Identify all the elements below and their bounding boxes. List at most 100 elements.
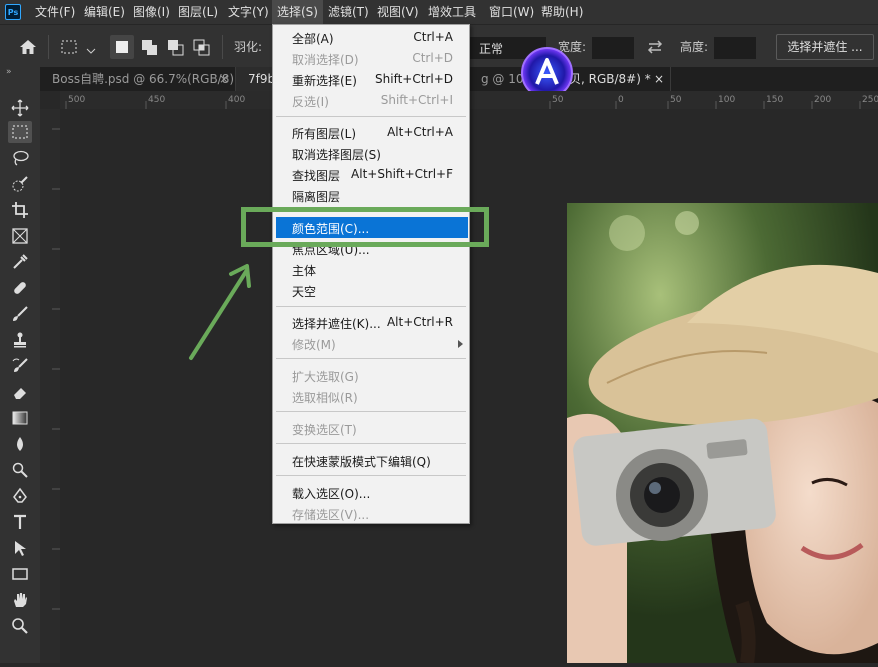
height-input[interactable] [714, 37, 756, 59]
menu-separator [276, 358, 466, 359]
healing-brush-tool-icon[interactable] [8, 277, 32, 299]
menu-type[interactable]: 文字(Y) [223, 0, 274, 24]
intersect-selection-button[interactable] [190, 35, 214, 59]
menu-item-isolate-layers[interactable]: 隔离图层 [273, 185, 469, 206]
menu-item-label: 扩大选取(G) [292, 370, 359, 384]
gradient-tool-icon[interactable] [8, 407, 32, 429]
history-brush-tool-icon[interactable] [8, 355, 32, 377]
select-menu-dropdown: 全部(A) Ctrl+A 取消选择(D) Ctrl+D 重新选择(E) Shif… [272, 24, 470, 524]
menu-item-save-selection[interactable]: 存储选区(V)... [273, 503, 469, 524]
new-selection-button[interactable] [110, 35, 134, 59]
menu-item-label: 选择并遮住(K)... [292, 317, 381, 331]
menu-item-label: 在快速蒙版模式下编辑(Q) [292, 455, 431, 469]
menu-item-all-layers[interactable]: 所有图层(L) Alt+Ctrl+A [273, 122, 469, 143]
menu-item-quick-mask[interactable]: 在快速蒙版模式下编辑(Q) [273, 450, 469, 471]
menu-item-load-selection[interactable]: 载入选区(O)... [273, 482, 469, 503]
eyedropper-tool-icon[interactable] [8, 251, 32, 273]
path-selection-tool-icon[interactable] [8, 537, 32, 559]
ruler-tick: 50 [552, 95, 564, 105]
menu-item-reselect[interactable]: 重新选择(E) Shift+Ctrl+D [273, 69, 469, 90]
close-icon[interactable]: × [654, 67, 664, 91]
menu-item-label: 载入选区(O)... [292, 487, 371, 501]
menu-edit[interactable]: 编辑(E) [79, 0, 130, 24]
menu-item-label: 修改(M) [292, 338, 336, 352]
menu-item-modify[interactable]: 修改(M) [273, 333, 469, 354]
swap-icon[interactable] [646, 39, 664, 55]
menu-item-deselect[interactable]: 取消选择(D) Ctrl+D [273, 48, 469, 69]
submenu-arrow-icon [458, 340, 463, 348]
menu-item-select-all[interactable]: 全部(A) Ctrl+A [273, 27, 469, 48]
tab-boss[interactable]: Boss自聘.psd @ 66.7%(RGB/8) × [40, 67, 236, 91]
menu-item-grow[interactable]: 扩大选取(G) [273, 365, 469, 386]
chevron-down-icon[interactable] [86, 41, 96, 54]
menu-filter[interactable]: 滤镜(T) [323, 0, 374, 24]
menu-view[interactable]: 视图(V) [372, 0, 424, 24]
menu-item-label: 查找图层 [292, 169, 341, 183]
tab-7f9b[interactable]: 7f9b [236, 67, 276, 91]
frame-tool-icon[interactable] [8, 225, 32, 247]
menu-item-shortcut: Alt+Ctrl+A [387, 125, 453, 139]
menu-layer[interactable]: 图层(L) [173, 0, 223, 24]
menu-item-subject[interactable]: 主体 [273, 259, 469, 280]
zoom-tool-icon[interactable] [8, 615, 32, 637]
clone-stamp-tool-icon[interactable] [8, 329, 32, 351]
annotation-arrow-icon [185, 260, 260, 365]
menu-separator [276, 306, 466, 307]
home-icon[interactable] [18, 38, 38, 56]
ruler-tick: 150 [766, 95, 784, 105]
tab-label: 贝, RGB/8#) * [569, 72, 651, 86]
add-selection-button[interactable] [138, 35, 162, 59]
menu-item-find-layers[interactable]: 查找图层 Alt+Shift+Ctrl+F [273, 164, 469, 185]
menu-item-label: 取消选择(D) [292, 53, 359, 67]
tools-panel: » [0, 67, 40, 663]
menu-item-sky[interactable]: 天空 [273, 280, 469, 301]
lasso-tool-icon[interactable] [8, 147, 32, 169]
menu-item-label: 取消选择图层(S) [292, 148, 381, 162]
ruler-tick: 500 [68, 95, 86, 105]
ruler-tick: 400 [228, 95, 246, 105]
menu-help[interactable]: 帮助(H) [536, 0, 588, 24]
tab-active[interactable]: 贝, RGB/8#) * × [567, 67, 671, 91]
blur-tool-icon[interactable] [8, 433, 32, 455]
close-icon[interactable]: × [219, 67, 229, 91]
menu-item-deselect-layers[interactable]: 取消选择图层(S) [273, 143, 469, 164]
menu-plugins[interactable]: 增效工具 [423, 0, 481, 24]
menu-item-select-and-mask[interactable]: 选择并遮住(K)... Alt+Ctrl+R [273, 312, 469, 333]
marquee-tool-icon[interactable] [8, 121, 32, 143]
menu-image[interactable]: 图像(I) [128, 0, 175, 24]
move-tool-icon[interactable] [8, 97, 32, 119]
width-input[interactable] [592, 37, 634, 59]
ruler-tick: 250 [862, 95, 878, 105]
collapse-icon[interactable]: » [6, 67, 12, 77]
menu-item-label: 隔离图层 [292, 190, 341, 204]
feather-label: 羽化: [234, 40, 263, 54]
menu-item-label: 全部(A) [292, 32, 334, 46]
marquee-preset-icon[interactable] [60, 38, 78, 56]
hand-tool-icon[interactable] [8, 589, 32, 611]
dodge-tool-icon[interactable] [8, 459, 32, 481]
subtract-selection-button[interactable] [164, 35, 188, 59]
brush-tool-icon[interactable] [8, 303, 32, 325]
eraser-tool-icon[interactable] [8, 381, 32, 403]
menu-item-label: 存储选区(V)... [292, 508, 370, 522]
type-tool-icon[interactable] [8, 511, 32, 533]
ruler-tick: 50 [670, 95, 682, 105]
crop-tool-icon[interactable] [8, 199, 32, 221]
style-value: 正常 [479, 42, 504, 56]
menu-item-inverse[interactable]: 反选(I) Shift+Ctrl+I [273, 90, 469, 111]
quick-selection-tool-icon[interactable] [8, 173, 32, 195]
menu-separator [276, 116, 466, 117]
pen-tool-icon[interactable] [8, 485, 32, 507]
menu-item-similar[interactable]: 选取相似(R) [273, 386, 469, 407]
menu-bar: Ps 文件(F) 编辑(E) 图像(I) 图层(L) 文字(Y) 选择(S) 滤… [0, 0, 878, 24]
menu-item-transform-selection[interactable]: 变换选区(T) [273, 418, 469, 439]
divider [222, 35, 223, 59]
menu-window[interactable]: 窗口(W) [484, 0, 539, 24]
ruler-tick: 100 [718, 95, 736, 105]
divider [48, 35, 49, 59]
menu-select[interactable]: 选择(S) [272, 0, 323, 24]
menu-item-shortcut: Ctrl+D [412, 51, 453, 65]
menu-file[interactable]: 文件(F) [30, 0, 80, 24]
select-and-mask-button[interactable]: 选择并遮住 ... [776, 34, 874, 60]
rectangle-tool-icon[interactable] [8, 563, 32, 585]
